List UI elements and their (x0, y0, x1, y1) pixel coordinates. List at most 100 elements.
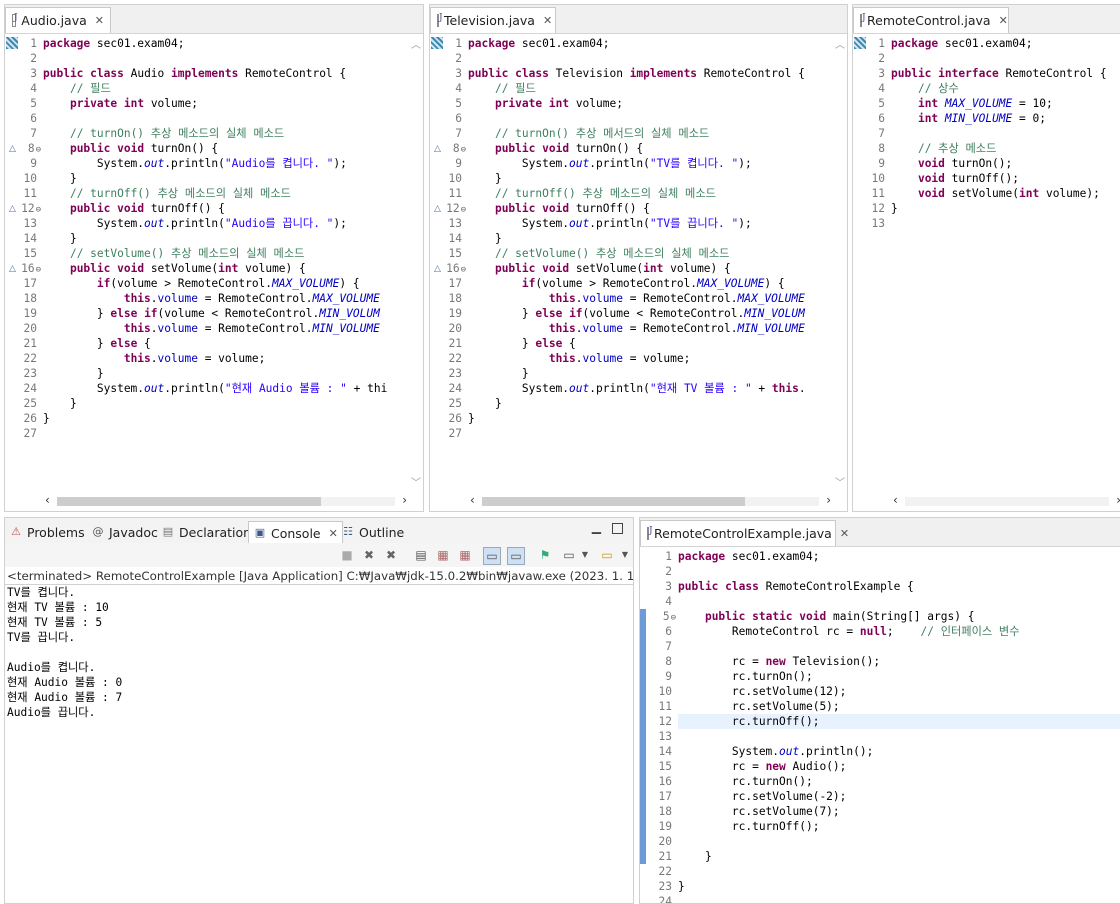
chevron-down-icon[interactable]: ﹀ (411, 474, 421, 489)
code-line[interactable]: rc.turnOff(); (678, 714, 1120, 729)
code-line[interactable]: // 상수 (891, 81, 1120, 96)
close-icon[interactable]: ✕ (840, 527, 849, 540)
code-line[interactable] (678, 834, 1120, 849)
tab-console[interactable]: ▣ Console ✕ (248, 521, 343, 544)
code-line[interactable] (43, 426, 409, 441)
code-line[interactable] (678, 594, 1120, 609)
close-icon[interactable]: ✕ (999, 14, 1008, 27)
tab-remotecontrol-java[interactable]: RemoteControl.java ✕ (853, 7, 1009, 33)
code-line[interactable]: } (468, 396, 833, 411)
code-line[interactable]: package sec01.exam04; (678, 549, 1120, 564)
line-number-gutter[interactable]: 123456789101112131415161718192021222324 (640, 547, 676, 903)
override-triangle-icon[interactable]: △ (434, 144, 444, 154)
tab-javadoc[interactable]: @ Javadoc (91, 522, 158, 542)
code-line[interactable]: public void turnOff() { (468, 201, 833, 216)
close-icon[interactable]: ✕ (95, 14, 104, 27)
code-line[interactable]: rc.turnOff(); (678, 819, 1120, 834)
code-line[interactable]: public void turnOff() { (43, 201, 409, 216)
code-line[interactable]: package sec01.exam04; (43, 36, 409, 51)
code-line[interactable] (468, 51, 833, 66)
terminate-icon[interactable]: ■ (339, 547, 355, 563)
remove-launch-icon[interactable]: ✖ (361, 547, 377, 563)
code-line[interactable]: System.out.println("Audio를 끕니다. "); (43, 216, 409, 231)
code-line[interactable]: this.volume = RemoteControl.MIN_VOLUME (43, 321, 409, 336)
code-line[interactable]: this.volume = volume; (468, 351, 833, 366)
code-line[interactable]: rc.setVolume(12); (678, 684, 1120, 699)
code-line[interactable]: private int volume; (468, 96, 833, 111)
code-line[interactable]: this.volume = RemoteControl.MIN_VOLUME (468, 321, 833, 336)
code-text-area[interactable]: package sec01.exam04; public class Audio … (43, 34, 409, 491)
chevron-right-icon[interactable]: › (1116, 493, 1120, 507)
horizontal-scrollbar[interactable]: ‹› (891, 491, 1120, 511)
code-line[interactable]: public void turnOn() { (43, 141, 409, 156)
code-line[interactable]: } else { (468, 336, 833, 351)
code-line[interactable] (468, 111, 833, 126)
tab-outline[interactable]: ☷ Outline (341, 522, 404, 542)
code-line[interactable]: } (678, 849, 1120, 864)
minimize-icon[interactable]: ▁ (592, 520, 601, 534)
code-line[interactable]: void turnOn(); (891, 156, 1120, 171)
code-line[interactable]: } (43, 366, 409, 381)
override-triangle-icon[interactable]: △ (9, 144, 19, 154)
chevron-left-icon[interactable]: ‹ (893, 493, 898, 507)
tab-declaration[interactable]: ▤ Declaration (161, 522, 251, 542)
code-line[interactable]: } (43, 396, 409, 411)
code-line[interactable]: int MAX_VOLUME = 10; (891, 96, 1120, 111)
code-line[interactable]: // 필드 (43, 81, 409, 96)
code-line[interactable]: void setVolume(int volume); (891, 186, 1120, 201)
tab-audio-java[interactable]: Audio.java ✕ (5, 7, 111, 33)
code-line[interactable]: } (678, 879, 1120, 894)
code-line[interactable]: System.out.println(); (678, 744, 1120, 759)
code-line[interactable]: } else if(volume < RemoteControl.MIN_VOL… (468, 306, 833, 321)
code-line[interactable]: rc.setVolume(5); (678, 699, 1120, 714)
view-menu-icon[interactable]: ▼ (617, 547, 633, 563)
code-line[interactable]: System.out.println("TV를 켭니다. "); (468, 156, 833, 171)
code-line[interactable]: System.out.println("현재 Audio 볼륨 : " + th… (43, 381, 409, 396)
code-line[interactable]: rc.setVolume(7); (678, 804, 1120, 819)
chevron-left-icon[interactable]: ‹ (45, 493, 50, 507)
chevron-down-icon[interactable]: ﹀ (835, 474, 845, 489)
override-triangle-icon[interactable]: △ (434, 204, 444, 214)
code-line[interactable]: } (43, 411, 409, 426)
example-code-editor[interactable]: 123456789101112131415161718192021222324p… (640, 547, 1120, 903)
code-line[interactable]: } else if(volume < RemoteControl.MIN_VOL… (43, 306, 409, 321)
chevron-up-icon[interactable]: ︿ (411, 36, 421, 51)
code-line[interactable]: package sec01.exam04; (891, 36, 1120, 51)
code-line[interactable]: rc = new Television(); (678, 654, 1120, 669)
code-line[interactable]: } (468, 411, 833, 426)
code-line[interactable]: this.volume = RemoteControl.MAX_VOLUME (468, 291, 833, 306)
code-line[interactable]: public class RemoteControlExample { (678, 579, 1120, 594)
close-icon[interactable]: ✕ (329, 527, 338, 540)
pin-console-icon[interactable]: ⚑ (537, 547, 553, 563)
code-line[interactable]: } (468, 366, 833, 381)
code-line[interactable] (678, 639, 1120, 654)
code-line[interactable] (678, 564, 1120, 579)
code-line[interactable]: System.out.println("Audio를 켭니다. "); (43, 156, 409, 171)
tab-remotecontrolexample-java[interactable]: RemoteControlExample.java ✕ (640, 520, 849, 546)
code-line[interactable]: rc.setVolume(-2); (678, 789, 1120, 804)
code-text-area[interactable]: package sec01.exam04; public class Televi… (468, 34, 833, 491)
word-wrap-icon[interactable]: ▦ (457, 547, 473, 563)
code-line[interactable] (678, 894, 1120, 903)
code-line[interactable]: public interface RemoteControl { (891, 66, 1120, 81)
code-text-area[interactable]: package sec01.exam04; public class Remote… (678, 547, 1120, 903)
code-line[interactable]: public void setVolume(int volume) { (43, 261, 409, 276)
code-line[interactable]: } (43, 231, 409, 246)
code-line[interactable]: System.out.println("TV를 끕니다. "); (468, 216, 833, 231)
code-line[interactable]: // turnOn() 추상 메서드의 실체 메소드 (468, 126, 833, 141)
close-icon[interactable]: ✕ (543, 14, 552, 27)
line-number-gutter[interactable]: 12345678△9101112△13141516△17181920212223… (430, 34, 466, 511)
scroll-thumb[interactable] (57, 497, 322, 506)
code-line[interactable]: // 필드 (468, 81, 833, 96)
clear-console-icon[interactable]: ▤ (413, 547, 429, 563)
code-line[interactable] (891, 216, 1120, 231)
open-console-icon[interactable]: ▭ (599, 547, 615, 563)
code-line[interactable]: // turnOn() 추상 메소드의 실체 메소드 (43, 126, 409, 141)
chevron-left-icon[interactable]: ‹ (470, 493, 475, 507)
code-line[interactable]: rc.turnOn(); (678, 669, 1120, 684)
code-line[interactable] (891, 51, 1120, 66)
line-number-gutter[interactable]: 1 2 3 4 5 6 7 8 9 10 11 12 13 (853, 34, 889, 511)
code-line[interactable]: this.volume = RemoteControl.MAX_VOLUME (43, 291, 409, 306)
vertical-scrollbar[interactable]: ︿ ﹀ (409, 34, 423, 491)
code-line[interactable]: this.volume = volume; (43, 351, 409, 366)
